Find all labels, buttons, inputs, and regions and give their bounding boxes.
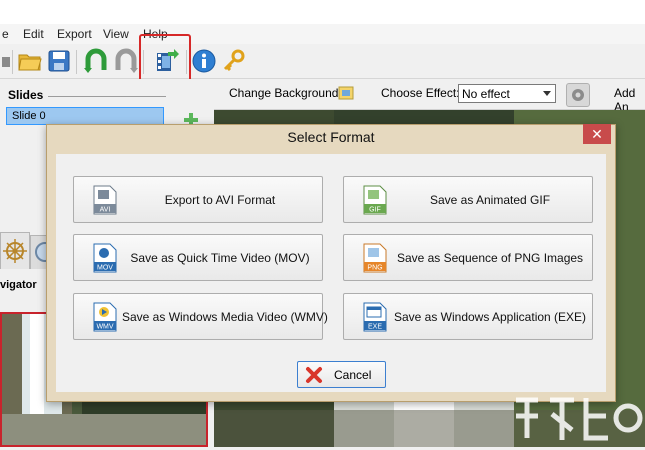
- cancel-label: Cancel: [334, 368, 372, 382]
- menu-edit[interactable]: Edit: [23, 27, 44, 41]
- slides-divider: [48, 96, 166, 97]
- main-toolbar: [0, 44, 645, 79]
- menu-bar: e Edit Export View Help: [0, 24, 645, 44]
- choose-effect-label: Choose Effect:: [381, 86, 460, 100]
- slides-heading: Slides: [8, 88, 44, 102]
- save-icon[interactable]: [46, 48, 72, 74]
- save-mov-label: Save as Quick Time Video (MOV): [130, 251, 310, 265]
- png-file-icon: PNG: [363, 243, 387, 273]
- save-wmv-label: Save as Windows Media Video (WMV): [122, 310, 328, 324]
- save-gif-label: Save as Animated GIF: [429, 193, 551, 207]
- dialog-title: Select Format: [287, 129, 375, 145]
- ship-wheel-icon: [3, 239, 27, 263]
- svg-text:GIF: GIF: [369, 207, 381, 214]
- mov-file-icon: MOV: [93, 243, 117, 273]
- svg-text:EXE: EXE: [368, 324, 382, 331]
- redo-icon[interactable]: [113, 48, 139, 74]
- effect-settings-gear-icon[interactable]: [566, 83, 590, 107]
- svg-text:WMV: WMV: [96, 324, 113, 331]
- save-wmv-button[interactable]: WMV Save as Windows Media Video (WMV): [73, 293, 328, 340]
- save-exe-button[interactable]: EXE Save as Windows Application (EXE): [343, 293, 593, 340]
- title-strip: [0, 0, 645, 24]
- site-watermark-logo: [508, 386, 645, 447]
- wmv-file-icon: WMV: [93, 302, 117, 332]
- effect-select-value: No effect: [462, 87, 510, 101]
- save-png-button[interactable]: PNG Save as Sequence of PNG Images: [343, 234, 593, 281]
- dialog-close-button[interactable]: ✕: [583, 124, 611, 144]
- save-mov-button[interactable]: MOV Save as Quick Time Video (MOV): [73, 234, 323, 281]
- toolbar-separator: [12, 50, 13, 74]
- save-png-label: Save as Sequence of PNG Images: [396, 251, 584, 265]
- cancel-x-icon: [306, 367, 322, 383]
- svg-text:PNG: PNG: [367, 265, 382, 272]
- slide-list-item[interactable]: Slide 0: [6, 107, 164, 125]
- change-background-label: Change Background: [229, 86, 339, 100]
- navigator-heading: vigator: [0, 279, 37, 291]
- avi-file-icon: AVI: [93, 185, 117, 215]
- menu-file[interactable]: e: [2, 27, 9, 41]
- export-avi-label: Export to AVI Format: [164, 193, 276, 207]
- undo-icon[interactable]: [83, 48, 109, 74]
- menu-view[interactable]: View: [103, 27, 129, 41]
- cancel-button[interactable]: Cancel: [297, 361, 386, 388]
- chevron-down-icon: [543, 91, 551, 96]
- export-avi-button[interactable]: AVI Export to AVI Format: [73, 176, 323, 223]
- menu-export[interactable]: Export: [57, 27, 92, 41]
- exe-file-icon: EXE: [363, 302, 387, 332]
- svg-text:MOV: MOV: [97, 265, 113, 272]
- key-icon[interactable]: [221, 48, 247, 74]
- save-exe-label: Save as Windows Application (EXE): [393, 310, 587, 324]
- open-folder-icon[interactable]: [17, 48, 43, 74]
- gif-file-icon: GIF: [363, 185, 387, 215]
- toolbar-separator: [76, 50, 77, 74]
- navigator-tab-wheel[interactable]: [0, 232, 30, 269]
- change-background-icon[interactable]: [338, 85, 354, 101]
- effect-select[interactable]: No effect: [458, 84, 556, 103]
- info-icon[interactable]: [191, 48, 217, 74]
- partial-toolbar-icon[interactable]: [2, 48, 12, 74]
- save-gif-button[interactable]: GIF Save as Animated GIF: [343, 176, 593, 223]
- slide-item-label: Slide 0: [12, 110, 46, 122]
- svg-text:AVI: AVI: [100, 207, 111, 214]
